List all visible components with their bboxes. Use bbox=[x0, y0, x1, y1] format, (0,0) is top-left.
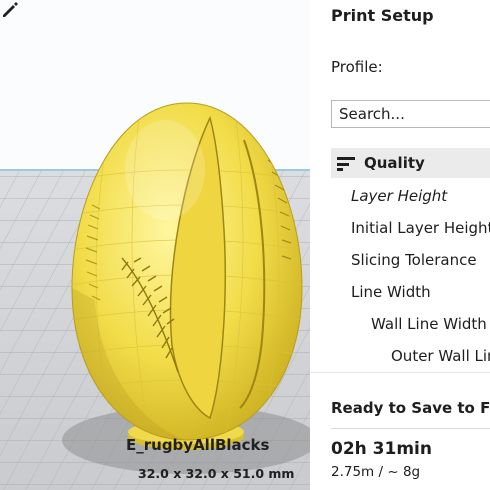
profile-label: Profile: bbox=[331, 58, 383, 76]
panel-title: Print Setup bbox=[331, 6, 434, 25]
build-plate-scene bbox=[0, 0, 310, 490]
pencil-icon[interactable] bbox=[0, 0, 20, 20]
status-divider bbox=[331, 428, 490, 429]
setting-outer-wall-line-width[interactable]: Outer Wall Line Width bbox=[391, 347, 490, 365]
setting-wall-line-width[interactable]: Wall Line Width bbox=[371, 315, 487, 333]
print-setup-panel: Print Setup Profile: Quality Layer Heigh… bbox=[310, 0, 490, 372]
section-label-quality: Quality bbox=[364, 154, 425, 172]
section-header-quality[interactable]: Quality bbox=[331, 148, 490, 178]
setting-initial-layer-height[interactable]: Initial Layer Height bbox=[351, 219, 490, 237]
setting-slicing-tolerance[interactable]: Slicing Tolerance bbox=[351, 251, 477, 269]
model-name-label: E_rugbyAllBlacks bbox=[126, 436, 270, 454]
settings-search-box[interactable] bbox=[331, 100, 490, 128]
3d-viewport[interactable]: E_rugbyAllBlacks 32.0 x 32.0 x 51.0 mm bbox=[0, 0, 310, 490]
setting-line-width[interactable]: Line Width bbox=[351, 283, 431, 301]
setting-layer-height[interactable]: Layer Height bbox=[351, 187, 447, 205]
print-time-estimate[interactable]: 02h 31min bbox=[331, 439, 432, 459]
material-estimate: 2.75m / ~ 8g bbox=[331, 464, 421, 480]
sliders-icon bbox=[337, 157, 355, 171]
model-dimensions-label: 32.0 x 32.0 x 51.0 mm bbox=[138, 466, 295, 481]
settings-search-input[interactable] bbox=[332, 101, 490, 127]
ready-status-text: Ready to Save to File bbox=[331, 399, 490, 417]
print-status-panel: Ready to Save to File 02h 31min 2.75m / … bbox=[310, 372, 490, 490]
